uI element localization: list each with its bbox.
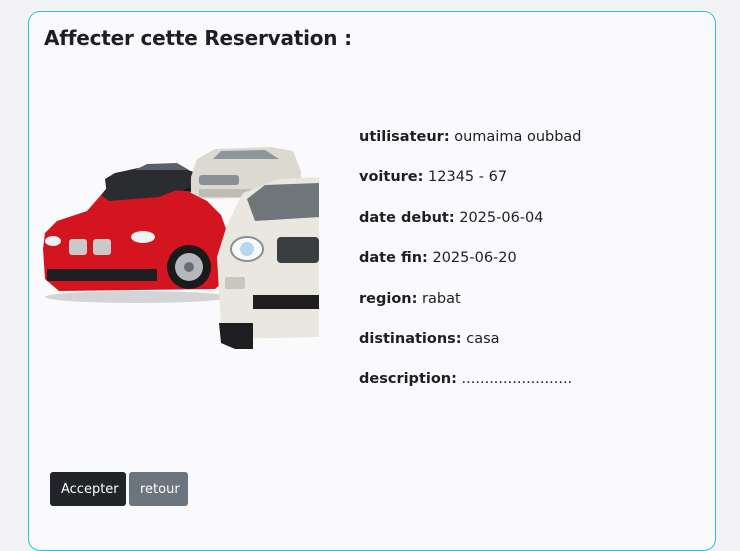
detail-row-region: region: rabat — [359, 291, 689, 331]
reservation-card: Affecter cette Reservation : utilisateur… — [28, 11, 716, 551]
detail-label: description: — [359, 371, 457, 388]
detail-row-description: description: ........................ — [359, 371, 689, 411]
detail-value: ........................ — [461, 371, 573, 388]
detail-label: date fin: — [359, 250, 428, 267]
detail-row-destinations: distinations: casa — [359, 331, 689, 371]
detail-label: region: — [359, 290, 418, 307]
detail-value: oumaima oubbad — [454, 129, 582, 145]
cars-image — [43, 147, 319, 349]
detail-value: 2025-06-04 — [459, 209, 544, 226]
detail-label: distinations: — [359, 330, 462, 347]
detail-row-user: utilisateur: oumaima oubbad — [359, 129, 689, 169]
detail-label: date debut: — [359, 209, 455, 226]
accept-button[interactable]: Accepter — [50, 472, 126, 506]
page-title: Affecter cette Reservation : — [44, 26, 352, 50]
detail-label: utilisateur: — [359, 129, 450, 145]
white-suv — [217, 177, 319, 349]
detail-row-car: voiture: 12345 - 67 — [359, 169, 689, 209]
detail-row-start-date: date debut: 2025-06-04 — [359, 210, 689, 250]
detail-value: 12345 - 67 — [428, 169, 508, 186]
detail-label: voiture: — [359, 169, 424, 186]
detail-row-end-date: date fin: 2025-06-20 — [359, 250, 689, 290]
detail-value: rabat — [422, 290, 461, 307]
reservation-details: utilisateur: oumaima oubbad voiture: 123… — [359, 129, 689, 412]
red-convertible — [43, 181, 229, 303]
detail-value: 2025-06-20 — [432, 250, 517, 267]
detail-value: casa — [466, 330, 500, 347]
back-button[interactable]: retour — [129, 472, 188, 506]
